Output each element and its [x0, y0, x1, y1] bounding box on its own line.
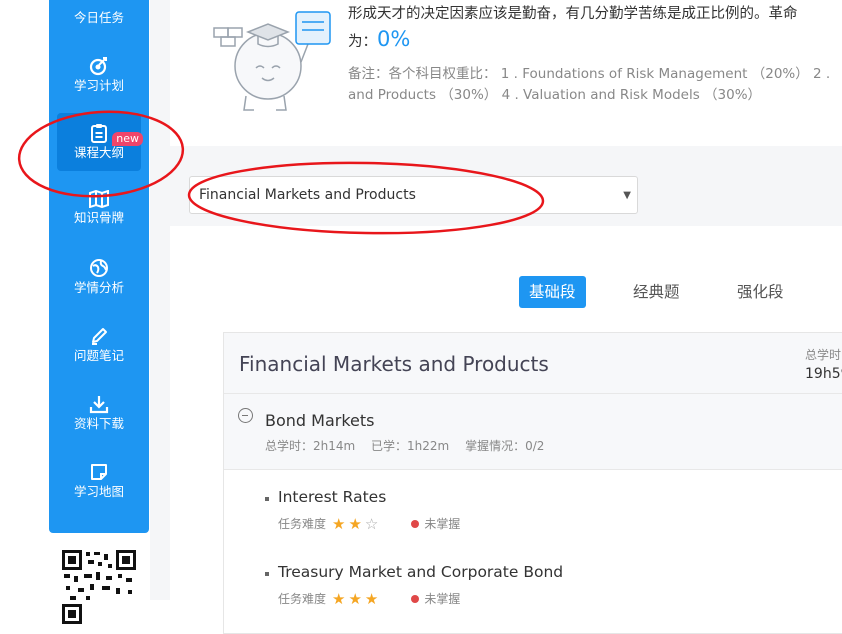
sidebar-item-label: 课程大纲	[73, 145, 124, 160]
star-filled-icon: ★	[364, 590, 382, 608]
difficulty-label: 任务难度	[278, 517, 327, 531]
subject-select-value: Financial Markets and Products	[199, 187, 416, 203]
qr-code-icon	[62, 550, 136, 624]
sidebar-item-label: 学情分析	[73, 280, 124, 295]
tab-advanced[interactable]: 强化段	[727, 276, 794, 308]
mastery-status: 未掌握	[424, 517, 461, 531]
lesson-title[interactable]: Interest Rates	[278, 488, 386, 506]
sidebar-item-label: 学习计划	[73, 78, 124, 93]
mascot-illustration	[213, 11, 331, 111]
progress-row: 为：0%	[348, 27, 410, 51]
lesson-meta: 任务难度 ★★☆ 未掌握	[278, 515, 460, 533]
section-meta: 总学时：2h14m 已学：1h22m 掌握情况：0/2	[265, 437, 556, 454]
section-total-time: 总学时：2h14m	[265, 439, 356, 453]
section-title: Bond Markets	[265, 411, 375, 430]
star-filled-icon: ★	[348, 590, 365, 608]
sidebar-item-analytics[interactable]: 学情分析	[57, 258, 141, 316]
sidebar-item-today-tasks[interactable]: 今日任务	[57, 0, 141, 58]
difficulty-label: 任务难度	[278, 592, 327, 606]
tab-classic-questions[interactable]: 经典题	[623, 276, 690, 308]
tab-basic[interactable]: 基础段	[519, 276, 586, 308]
page-gutter	[150, 0, 170, 600]
note-icon	[91, 464, 107, 480]
sidebar-item-label: 知识骨牌	[73, 210, 124, 225]
progress-prefix: 为：	[348, 34, 377, 50]
clipboard-icon	[91, 124, 107, 143]
star-filled-icon: ★	[348, 515, 365, 533]
sidebar-item-study-map[interactable]: 学习地图	[57, 462, 141, 520]
sidebar-item-notes[interactable]: 问题笔记	[57, 326, 141, 384]
lesson-item[interactable]: Interest Rates 任务难度 ★★☆ 未掌握	[264, 488, 824, 548]
sidebar-item-label: 问题笔记	[73, 348, 124, 363]
section-mastery: 掌握情况：0/2	[465, 439, 545, 453]
star-empty-icon: ☆	[364, 515, 382, 533]
map-icon	[89, 190, 109, 208]
total-hours-label: 总学时	[805, 348, 842, 362]
globe-icon	[90, 259, 108, 277]
section-header[interactable]: Bond Markets 总学时：2h14m 已学：1h22m 掌握情况：0/2	[224, 394, 842, 470]
motivation-quote: 形成天才的决定因素应该是勤奋，有几分勤学苦练是成正比例的。革命	[348, 6, 798, 22]
mastery-status: 未掌握	[424, 592, 461, 606]
star-filled-icon: ★	[332, 515, 349, 533]
qr-code	[49, 541, 149, 624]
sidebar-item-course-outline[interactable]: 课程大纲 new	[57, 113, 143, 171]
difficulty-stars: ★★☆	[332, 515, 381, 533]
bullet-icon	[265, 572, 269, 576]
course-title: Financial Markets and Products	[239, 352, 549, 376]
sidebar-item-label: 今日任务	[73, 10, 124, 25]
sidebar-item-label: 资料下载	[73, 416, 124, 431]
difficulty-stars: ★★★	[332, 590, 381, 608]
weight-note: 备注：各个科目权重比： 1 . Foundations of Risk Mana…	[348, 64, 842, 106]
course-card: Financial Markets and Products 总学时 19h59…	[223, 332, 842, 634]
section-studied: 已学：1h22m	[371, 439, 450, 453]
subject-select[interactable]: Financial Markets and Products ▼	[189, 176, 638, 214]
lesson-title[interactable]: Treasury Market and Corporate Bond	[278, 563, 563, 581]
sidebar-item-downloads[interactable]: 资料下载	[57, 394, 141, 452]
pencil-icon	[92, 328, 107, 345]
sidebar-nav: 今日任务 学习计划 课程大纲 new 知识骨牌 学情分析 问题笔记 资料下载 学…	[49, 0, 149, 533]
course-card-header: Financial Markets and Products 总学时 19h59	[224, 333, 842, 394]
status-dot-icon	[411, 520, 420, 528]
star-filled-icon: ★	[332, 590, 349, 608]
weight-note-line: 备注：各个科目权重比： 1 . Foundations of Risk Mana…	[348, 66, 831, 82]
download-icon	[89, 396, 109, 414]
sidebar-item-study-plan[interactable]: 学习计划	[57, 54, 141, 112]
collapse-icon[interactable]	[238, 408, 253, 423]
progress-value: 0%	[377, 27, 411, 51]
sidebar-item-label: 学习地图	[73, 484, 124, 499]
status-dot-icon	[411, 595, 420, 603]
lesson-meta: 任务难度 ★★★ 未掌握	[278, 590, 460, 608]
new-badge: new	[112, 132, 143, 146]
target-icon	[89, 57, 107, 76]
sidebar-item-knowledge-cards[interactable]: 知识骨牌	[57, 190, 141, 248]
lesson-item[interactable]: Treasury Market and Corporate Bond 任务难度 ★…	[264, 563, 824, 623]
bullet-icon	[265, 497, 269, 501]
total-hours-value: 19h59	[805, 366, 842, 382]
weight-note-line: and Products （30%） 4 . Valuation and Ris…	[348, 87, 762, 103]
caret-down-icon: ▼	[623, 190, 631, 201]
